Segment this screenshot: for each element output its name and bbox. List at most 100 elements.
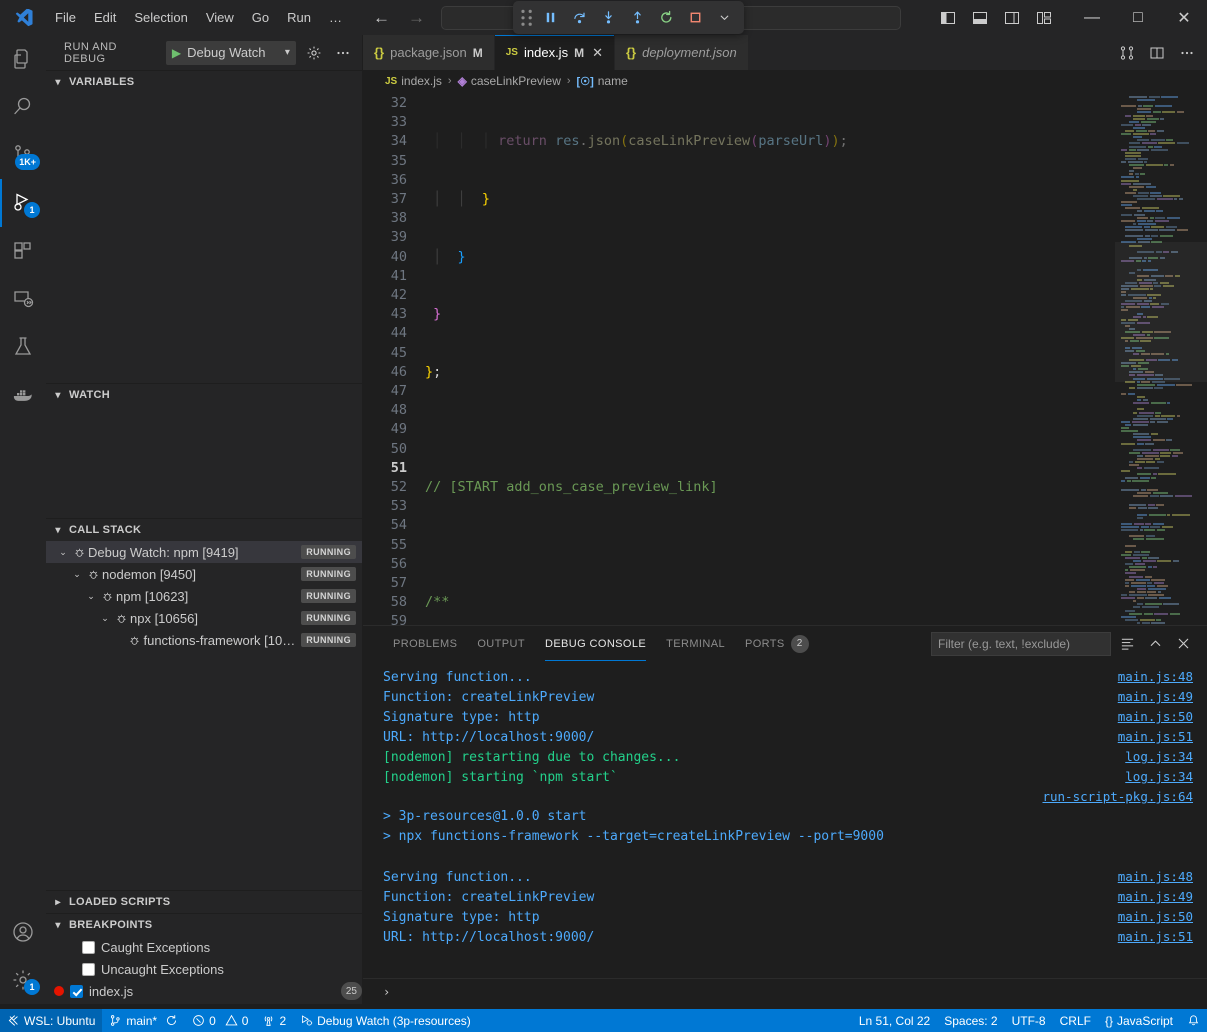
editor-minimap[interactable] xyxy=(1115,92,1207,625)
chevron-right-icon[interactable]: ▸ xyxy=(50,897,66,908)
console-filter-input[interactable]: Filter (e.g. text, !exclude) xyxy=(931,632,1111,656)
call-stack-row[interactable]: ⌄ Debug Watch: npm [9419] RUNNING xyxy=(46,541,362,563)
clear-console-icon[interactable] xyxy=(1115,632,1139,656)
debug-console-input[interactable]: › xyxy=(363,978,1207,1004)
chevron-down-icon[interactable]: ▾ xyxy=(285,47,290,58)
debug-step-out-button[interactable] xyxy=(624,5,651,31)
breakpoints-list[interactable]: Caught Exceptions Uncaught Exceptions in… xyxy=(46,936,362,1004)
tab-index-js[interactable]: JS index.js M ✕ xyxy=(495,35,615,70)
menu-edit[interactable]: Edit xyxy=(85,7,125,28)
console-source-link[interactable]: main.js:51 xyxy=(1118,727,1193,747)
run-and-debug-icon[interactable] xyxy=(1113,39,1141,67)
breakpoint-row[interactable]: Uncaught Exceptions xyxy=(46,958,362,980)
status-branch[interactable]: main* xyxy=(102,1009,185,1032)
window-maximize-button[interactable]: □ xyxy=(1115,0,1161,35)
console-source-link[interactable]: log.js:34 xyxy=(1125,747,1193,767)
chevron-down-icon[interactable]: ⌄ xyxy=(84,591,98,602)
menu-view[interactable]: View xyxy=(197,7,243,28)
section-header-variables[interactable]: ▾ VARIABLES xyxy=(46,71,362,93)
minimap-slider[interactable] xyxy=(1115,242,1207,382)
chevron-down-icon[interactable]: ▾ xyxy=(50,920,66,931)
tab-output[interactable]: OUTPUT xyxy=(467,626,535,661)
activity-item-extensions[interactable] xyxy=(0,227,46,275)
chevron-up-icon[interactable] xyxy=(1143,632,1167,656)
close-icon[interactable]: ✕ xyxy=(592,45,603,61)
variables-tree[interactable] xyxy=(46,93,362,383)
tab-deployment-json[interactable]: {} deployment.json xyxy=(615,35,749,70)
section-header-loaded-scripts[interactable]: ▸ LOADED SCRIPTS xyxy=(46,891,362,913)
gear-icon[interactable] xyxy=(304,42,325,64)
layout-controls[interactable] xyxy=(933,4,1069,32)
breakpoint-row[interactable]: index.js 25 xyxy=(46,980,362,1002)
drag-handle-icon[interactable] xyxy=(519,6,535,30)
play-icon[interactable]: ▶ xyxy=(172,46,181,60)
chevron-down-icon[interactable]: ⌄ xyxy=(98,613,112,624)
tab-debug-console[interactable]: DEBUG CONSOLE xyxy=(535,626,656,661)
menu-run[interactable]: Run xyxy=(278,7,320,28)
status-ports[interactable]: 2 xyxy=(255,1009,293,1032)
chevron-down-icon[interactable]: ⌄ xyxy=(70,569,84,580)
call-stack-row[interactable]: ⌄ npx [10656] RUNNING xyxy=(46,607,362,629)
call-stack-row[interactable]: functions-framework [106… RUNNING xyxy=(46,629,362,651)
breadcrumb[interactable]: JS index.js › ◈ caseLinkPreview › [☉] na… xyxy=(363,70,1207,92)
status-remote-host[interactable]: WSL: Ubuntu xyxy=(0,1009,102,1032)
debug-pause-button[interactable] xyxy=(537,5,564,31)
console-source-link[interactable]: main.js:48 xyxy=(1118,667,1193,687)
activity-item-testing[interactable] xyxy=(0,323,46,371)
split-editor-icon[interactable] xyxy=(1143,39,1171,67)
activity-item-accounts[interactable] xyxy=(0,908,46,956)
activity-item-run-and-debug[interactable]: 1 xyxy=(0,179,46,227)
section-header-watch[interactable]: ▾ WATCH xyxy=(46,384,362,406)
tab-problems[interactable]: PROBLEMS xyxy=(383,626,467,661)
activity-item-source-control[interactable]: 1K+ xyxy=(0,131,46,179)
breadcrumb-symbol-function[interactable]: ◈ caseLinkPreview xyxy=(458,74,561,88)
arrow-right-icon[interactable]: → xyxy=(400,9,433,26)
debug-step-into-button[interactable] xyxy=(595,5,622,31)
menu-file[interactable]: File xyxy=(46,7,85,28)
chevron-down-icon[interactable]: ▾ xyxy=(50,390,66,401)
tab-ports[interactable]: PORTS 2 xyxy=(735,626,819,661)
activity-item-search[interactable] xyxy=(0,83,46,131)
debug-console-output[interactable]: Serving function...main.js:48 Function: … xyxy=(363,661,1207,978)
status-debug-session[interactable]: Debug Watch (3p-resources) xyxy=(293,1009,478,1032)
console-source-link[interactable]: main.js:51 xyxy=(1118,927,1193,947)
section-header-call-stack[interactable]: ▾ CALL STACK xyxy=(46,519,362,541)
breadcrumb-file[interactable]: JS index.js xyxy=(385,74,442,88)
close-icon[interactable] xyxy=(1171,632,1195,656)
customize-layout-icon[interactable] xyxy=(1029,4,1059,32)
breakpoint-checkbox[interactable] xyxy=(70,985,83,998)
chevron-down-icon[interactable]: ⌄ xyxy=(56,547,70,558)
breakpoint-dot-icon[interactable] xyxy=(54,986,64,996)
breakpoint-checkbox[interactable] xyxy=(82,963,95,976)
window-close-button[interactable]: ✕ xyxy=(1161,0,1207,35)
console-source-link[interactable]: main.js:49 xyxy=(1118,687,1193,707)
console-source-link[interactable]: run-script-pkg.js:64 xyxy=(1042,787,1193,807)
navigation-arrows[interactable]: ← → xyxy=(365,9,433,26)
debug-toolbar[interactable] xyxy=(513,1,744,34)
toggle-panel-icon[interactable] xyxy=(965,4,995,32)
console-source-link[interactable]: main.js:48 xyxy=(1118,867,1193,887)
more-actions-icon[interactable] xyxy=(1173,39,1201,67)
chevron-down-icon[interactable]: ▾ xyxy=(50,525,66,536)
code-content[interactable]: │ │ │ return res.json(caseLinkPreview(pa… xyxy=(419,92,1115,625)
section-header-breakpoints[interactable]: ▾ BREAKPOINTS xyxy=(46,914,362,936)
call-stack-row[interactable]: ⌄ nodemon [9450] RUNNING xyxy=(46,563,362,585)
status-problems[interactable]: 0 0 xyxy=(185,1009,255,1032)
menu-selection[interactable]: Selection xyxy=(125,7,196,28)
console-source-link[interactable]: main.js:50 xyxy=(1118,707,1193,727)
code-editor[interactable]: 32 33 34 35 36 37 38 39 40 41 42 43 44 4… xyxy=(363,92,1207,625)
toggle-secondary-sidebar-icon[interactable] xyxy=(997,4,1027,32)
tab-package-json[interactable]: {} package.json M xyxy=(363,35,495,70)
status-language-mode[interactable]: {} JavaScript xyxy=(1098,1009,1180,1032)
breadcrumb-symbol-variable[interactable]: [☉] name xyxy=(577,74,628,88)
call-stack-row[interactable]: ⌄ npm [10623] RUNNING xyxy=(46,585,362,607)
activity-item-remote-explorer[interactable] xyxy=(0,275,46,323)
window-minimize-button[interactable]: — xyxy=(1069,0,1115,35)
console-source-link[interactable]: main.js:50 xyxy=(1118,907,1193,927)
activity-item-manage-settings[interactable]: 1 xyxy=(0,956,46,1004)
status-indentation[interactable]: Spaces: 2 xyxy=(937,1009,1004,1032)
toggle-primary-sidebar-icon[interactable] xyxy=(933,4,963,32)
watch-tree[interactable] xyxy=(46,406,362,518)
launch-configuration-select[interactable]: ▶ Debug Watch ▾ xyxy=(166,41,296,65)
debug-step-over-button[interactable] xyxy=(566,5,593,31)
